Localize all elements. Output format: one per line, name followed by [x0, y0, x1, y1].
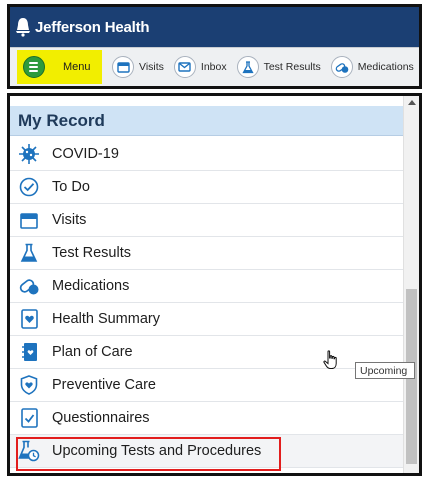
- my-record-header: My Record: [10, 106, 403, 136]
- nav-item-label: Medications: [357, 61, 414, 73]
- record-item-label: Health Summary: [52, 311, 160, 327]
- record-item-label: Test Results: [52, 245, 131, 261]
- menu-button[interactable]: Menu: [17, 50, 102, 84]
- record-item-preventive-care[interactable]: Preventive Care: [10, 369, 403, 402]
- jefferson-bell-logo: [14, 17, 32, 37]
- brand-name: Jefferson Health: [35, 18, 150, 36]
- record-item-medications[interactable]: Medications: [10, 270, 403, 303]
- record-list: COVID-19 To Do Visits Test Results Medic…: [10, 138, 403, 471]
- checkmark-circle-icon: [18, 176, 40, 198]
- menu-label: Menu: [63, 61, 91, 73]
- heart-document-icon: [18, 308, 40, 330]
- top-navigation-panel: Jefferson Health Menu Visits Inbox Test …: [7, 4, 422, 89]
- flask-clock-icon: [18, 440, 40, 462]
- flask-icon: [18, 242, 40, 264]
- record-item-upcoming-tests-and-procedures[interactable]: Upcoming Tests and Procedures: [10, 435, 403, 471]
- nav-item-label: Test Results: [263, 61, 321, 73]
- nav-item-medications[interactable]: Medications: [330, 56, 414, 78]
- record-item-covid-19[interactable]: COVID-19: [10, 138, 403, 171]
- record-item-label: COVID-19: [52, 146, 119, 162]
- pill-icon: [18, 275, 40, 297]
- nav-item-inbox[interactable]: Inbox: [173, 56, 227, 78]
- brand-bar: Jefferson Health: [10, 7, 419, 47]
- record-item-label: Medications: [52, 278, 130, 294]
- record-item-questionnaires[interactable]: Questionnaires: [10, 402, 403, 435]
- shield-heart-icon: [18, 374, 40, 396]
- notebook-icon: [18, 341, 40, 363]
- nav-bar: Menu Visits Inbox Test Results Medicatio…: [10, 47, 419, 86]
- record-item-health-summary[interactable]: Health Summary: [10, 303, 403, 336]
- checkbox-document-icon: [18, 407, 40, 429]
- nav-item-test-results[interactable]: Test Results: [236, 56, 321, 78]
- record-item-label: Upcoming Tests and Procedures: [52, 443, 262, 459]
- page-title: My Record: [18, 110, 105, 130]
- envelope-icon: [173, 56, 196, 78]
- nav-item-label: Visits: [139, 61, 164, 73]
- record-item-label: Questionnaires: [52, 410, 150, 426]
- record-item-to-do[interactable]: To Do: [10, 171, 403, 204]
- tooltip: Upcoming: [355, 362, 415, 379]
- hand-pointer-cursor-icon: [323, 350, 339, 370]
- pill-icon: [330, 56, 353, 78]
- record-item-label: Visits: [52, 212, 87, 228]
- nav-item-visits[interactable]: Visits: [112, 56, 164, 78]
- record-item-label: Plan of Care: [52, 344, 133, 360]
- scroll-up-arrow-icon[interactable]: [408, 100, 416, 105]
- record-item-label: Preventive Care: [52, 377, 156, 393]
- hamburger-menu-icon: [23, 56, 45, 78]
- nav-item-label: Inbox: [200, 61, 227, 73]
- record-item-test-results[interactable]: Test Results: [10, 237, 403, 270]
- record-item-plan-of-care[interactable]: Plan of Care: [10, 336, 403, 369]
- my-record-panel: My Record COVID-19 To Do Visits Test Res…: [7, 93, 422, 476]
- calendar-icon: [112, 56, 134, 78]
- vertical-scrollbar[interactable]: [403, 96, 419, 473]
- flask-icon: [236, 56, 259, 78]
- record-item-visits[interactable]: Visits: [10, 204, 403, 237]
- record-item-label: To Do: [52, 179, 90, 195]
- calendar-icon: [18, 209, 40, 231]
- virus-icon: [18, 143, 40, 165]
